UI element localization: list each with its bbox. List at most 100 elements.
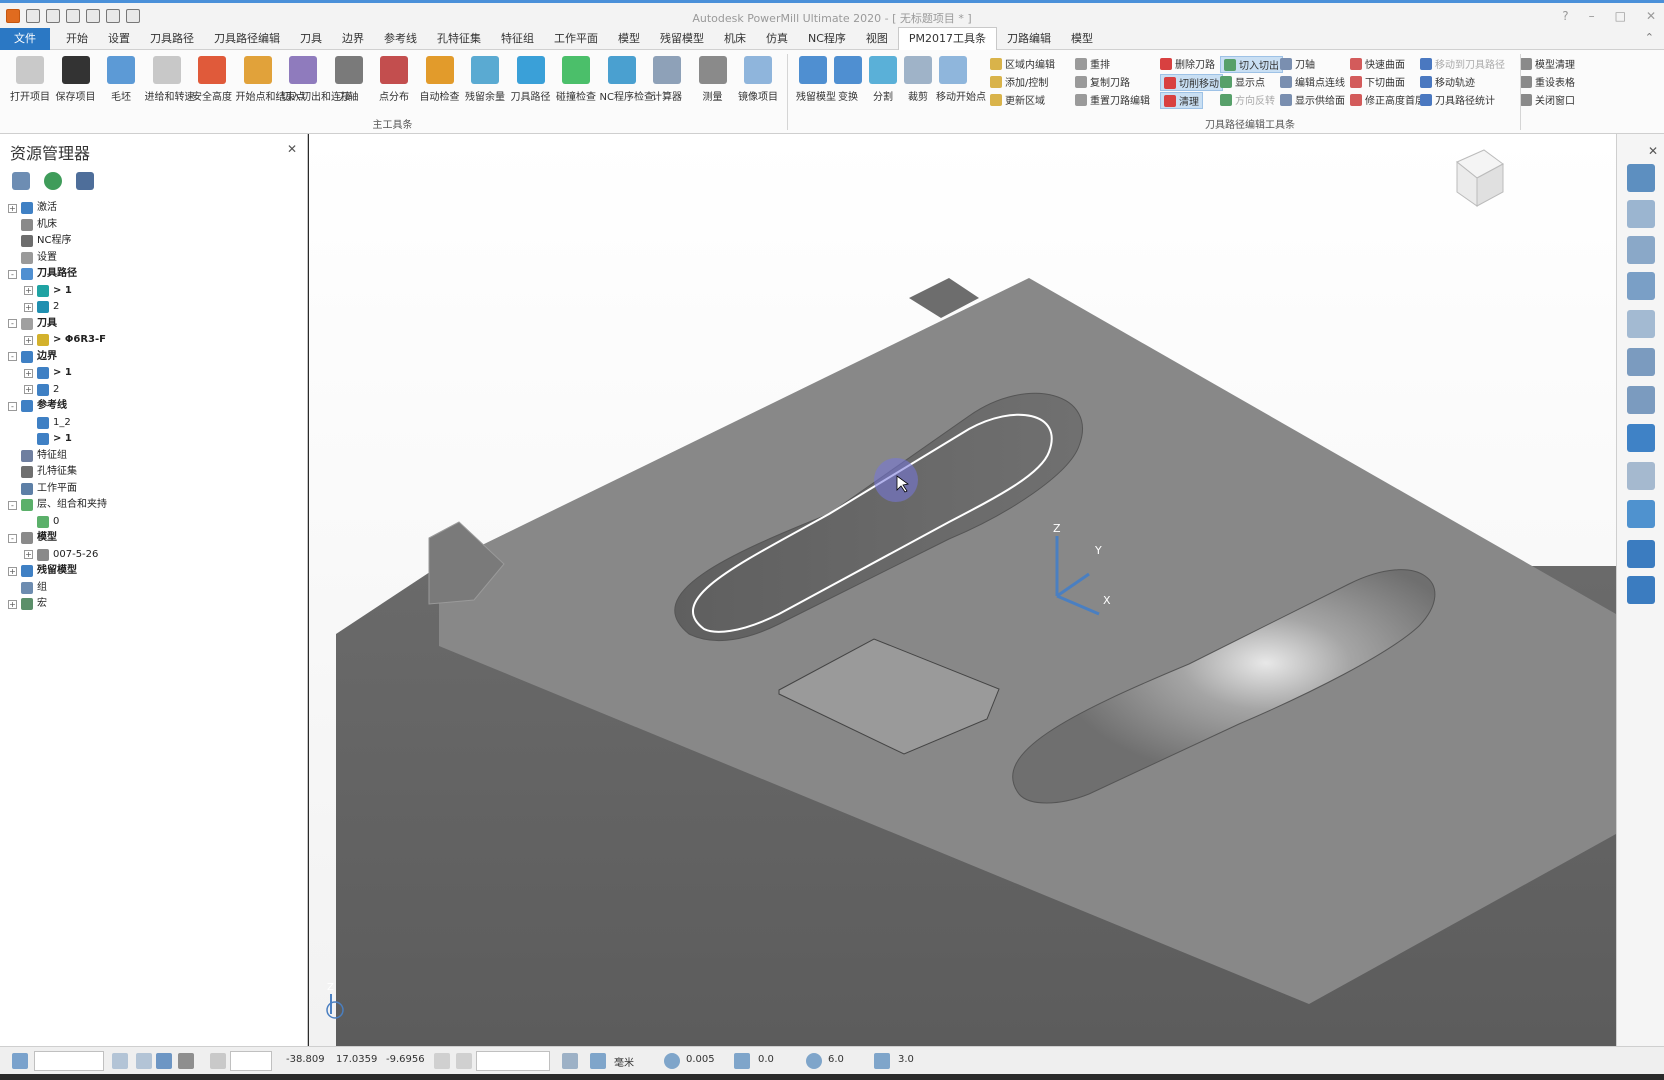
tree-node[interactable]: + > Φ6R3-F [8,332,299,349]
wireframe-icon[interactable] [1627,462,1655,490]
thickness-icon[interactable] [734,1053,750,1069]
ribbon-button-2[interactable]: 毛坯 [99,54,143,103]
tab-11[interactable]: 模型 [608,28,650,50]
tree-node[interactable]: 工作平面 [8,481,299,498]
tab-17[interactable]: PM2017工具条 [897,27,998,50]
edit-small-button[interactable]: 清理 [1160,92,1203,109]
tree-node[interactable]: 组 [8,580,299,597]
maximize-icon[interactable]: □ [1615,9,1626,23]
tab-3[interactable]: 刀具路径 [140,28,204,50]
tree-node[interactable]: - 刀具 [8,316,299,333]
ribbon-button-3[interactable]: 进给和转速 [145,54,195,103]
tree-node[interactable]: 特征组 [8,448,299,465]
stepover-icon[interactable] [874,1053,890,1069]
tree-node[interactable]: 1_2 [8,415,299,432]
view-3d-icon[interactable] [1627,236,1655,264]
grid-icon[interactable] [210,1053,226,1069]
tab-14[interactable]: 仿真 [756,28,798,50]
expander-icon[interactable]: + [8,566,17,576]
lock-icon[interactable] [434,1053,450,1069]
filter-icon[interactable] [136,1053,152,1069]
expander-icon[interactable]: + [24,335,33,345]
tab-18[interactable]: 刀路编辑 [997,28,1061,50]
tree-node[interactable]: - 模型 [8,530,299,547]
tab-12[interactable]: 残留模型 [650,28,714,50]
trash-icon[interactable] [76,172,94,190]
ribbon-button-13[interactable]: NC程序检查 [600,54,654,103]
tree-node[interactable]: 设置 [8,250,299,267]
tab-13[interactable]: 机床 [714,28,756,50]
tab-1[interactable]: 开始 [56,28,98,50]
chevron-up-icon[interactable]: ⌃ [1645,31,1654,44]
edit-small-button[interactable]: 重排 [1075,56,1110,71]
edit-small-button[interactable]: 下切曲面 [1350,74,1405,89]
tree-node[interactable]: + 激活 [8,200,299,217]
ribbon-button-9[interactable]: 自动检查 [418,54,462,103]
calculator-icon[interactable] [562,1053,578,1069]
tree-node[interactable]: - 参考线 [8,398,299,415]
tab-2[interactable]: 设置 [98,28,140,50]
tree-node[interactable]: - 刀具路径 [8,266,299,283]
refresh-icon[interactable] [1627,310,1655,338]
edit-small-button[interactable]: 复制刀路 [1075,74,1130,89]
graphics-viewport[interactable]: Z Y X Z [309,134,1616,1046]
help-icon[interactable]: ? [1562,9,1568,23]
diameter-icon[interactable] [806,1053,822,1069]
tree-node[interactable]: 孔特征集 [8,464,299,481]
edit-small-button[interactable]: 重置刀路编辑 [1075,92,1150,107]
expander-icon[interactable]: + [24,368,33,378]
tab-8[interactable]: 孔特征集 [427,28,491,50]
ribbon-button-12[interactable]: 碰撞检查 [554,54,598,103]
tab-7[interactable]: 参考线 [374,28,427,50]
display-icon[interactable] [156,1053,172,1069]
edit-small-button[interactable]: 移动轨迹 [1420,74,1475,89]
ribbon-button-5[interactable]: 开始点和结束点 [236,54,306,103]
edit-small-button[interactable]: 显示点 [1220,74,1265,89]
view-iso-icon[interactable] [1627,164,1655,192]
expander-icon[interactable]: + [8,599,17,609]
tab-6[interactable]: 边界 [332,28,374,50]
tab-9[interactable]: 特征组 [491,28,544,50]
edit-small-button[interactable]: 更新区域 [990,92,1045,107]
edit-button-0[interactable]: 残留模型 [796,54,836,103]
expander-icon[interactable]: + [24,550,33,560]
ribbon-button-14[interactable]: 计算器 [645,54,689,103]
tab-19[interactable]: 模型 [1061,28,1103,50]
edit-small-button[interactable]: 删除刀路 [1160,56,1215,71]
minimize-icon[interactable]: – [1589,9,1595,23]
tree-node[interactable]: NC程序 [8,233,299,250]
units-icon[interactable] [590,1053,606,1069]
model-view[interactable]: Z Y X Z [309,134,1616,1046]
tree-node[interactable]: - 层、组合和夹持 [8,497,299,514]
expander-icon[interactable]: + [24,286,33,296]
tree-node[interactable]: +007-5-26 [8,547,299,564]
tolerance-icon[interactable] [664,1053,680,1069]
view-cube[interactable] [1456,149,1504,207]
workplane-select[interactable] [34,1051,104,1071]
tree-node[interactable]: 机床 [8,217,299,234]
edit-button-4[interactable]: 移动开始点 [936,54,986,103]
tree-node[interactable]: 0 [8,514,299,531]
tree-node[interactable]: + 宏 [8,596,299,613]
tab-5[interactable]: 刀具 [290,28,332,50]
edit-small-button[interactable]: 修正高度首层 [1350,92,1425,107]
edit-button-1[interactable]: 变换 [831,54,865,103]
edit-small-button[interactable]: 模型清理 [1520,56,1575,71]
close-icon[interactable]: ✕ [287,142,297,156]
ribbon-button-4[interactable]: 安全高度 [190,54,234,103]
tab-0[interactable]: 文件 [0,27,50,50]
tree-node[interactable]: - 边界 [8,349,299,366]
expander-icon[interactable]: - [8,500,17,510]
workplane-icon[interactable] [12,1053,28,1069]
edit-small-button[interactable]: 方向反转 [1220,92,1275,107]
edit-small-button[interactable]: 编辑点连线 [1280,74,1345,89]
pen-icon[interactable] [456,1053,472,1069]
box-view-icon[interactable] [1627,500,1655,528]
tree-node[interactable]: > 1 [8,431,299,448]
expander-icon[interactable]: - [8,533,17,543]
tree-view-icon[interactable] [12,172,30,190]
edit-small-button[interactable]: 重设表格 [1520,74,1575,89]
grid-field[interactable] [230,1051,272,1071]
expander-icon[interactable]: + [24,385,33,395]
close-icon[interactable]: ✕ [1646,9,1656,23]
